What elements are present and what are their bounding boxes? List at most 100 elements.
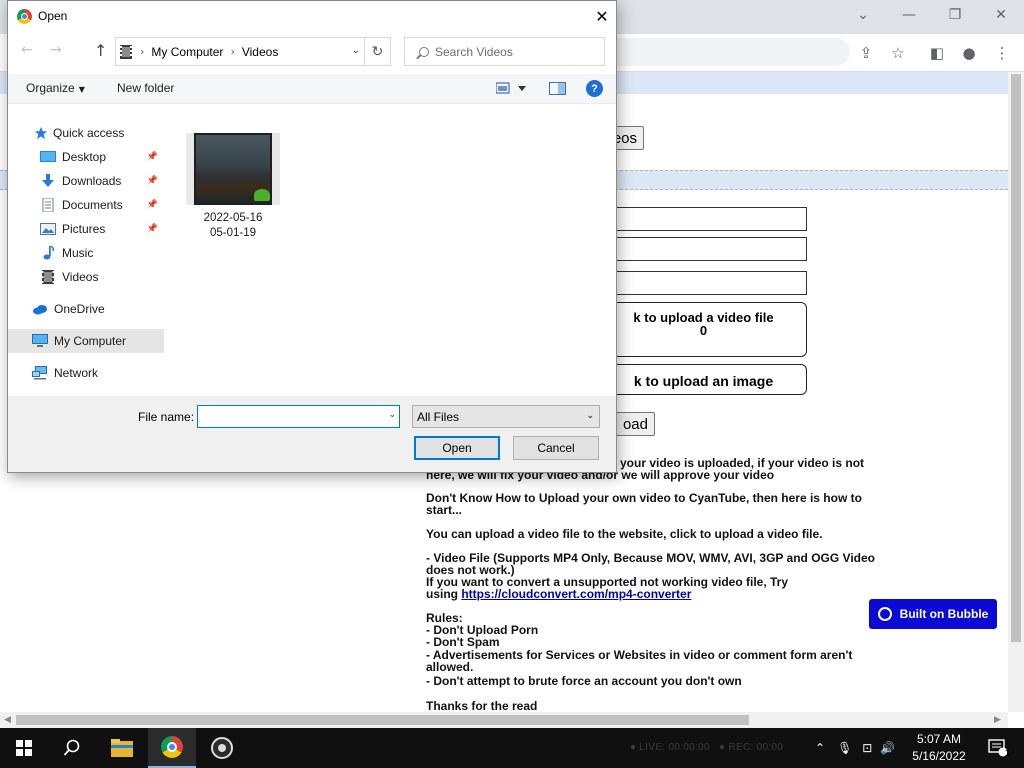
system-tray: ⌃ 🎙 ⊡ 🔊 [815, 728, 895, 768]
notification-count: 1 [1005, 748, 1011, 758]
dialog-titlebar[interactable]: Open ✕ [8, 1, 616, 32]
file-type-dropdown-icon: ⌄ [586, 411, 594, 421]
sidebar-item-quick-access[interactable]: Quick access [8, 121, 164, 145]
bubble-badge-label: Built on Bubble [899, 607, 989, 621]
using-text: using [426, 587, 458, 601]
vertical-scrollbar[interactable] [1008, 72, 1024, 712]
pin-icon[interactable]: 📌 [147, 152, 158, 162]
sidebar-item-onedrive[interactable]: OneDrive [8, 297, 164, 321]
side-panel-icon[interactable]: ◧ [926, 42, 948, 64]
chrome-taskbar-button[interactable] [148, 728, 196, 768]
file-name-label: File name: [138, 410, 195, 424]
breadcrumb-separator-icon: › [230, 45, 235, 58]
sidebar-item-pictures[interactable]: Pictures 📌 [8, 217, 164, 241]
restore-icon[interactable]: ❐ [932, 4, 978, 26]
cancel-button[interactable]: Cancel [513, 436, 599, 460]
microphone-icon[interactable]: 🎙 [837, 741, 852, 755]
new-folder-button[interactable]: New folder [117, 81, 174, 95]
help-icon[interactable]: ? [586, 80, 603, 97]
dialog-close-icon[interactable]: ✕ [588, 4, 616, 28]
sidebar-item-label: Network [54, 366, 99, 380]
file-name-dropdown-icon[interactable]: ⌄ [388, 410, 396, 420]
chrome-logo-icon [17, 9, 32, 24]
document-icon [42, 198, 54, 212]
pin-icon[interactable]: 📌 [147, 200, 158, 210]
back-arrow-icon[interactable]: ← [21, 42, 33, 58]
scroll-right-icon[interactable]: ▶ [994, 715, 1001, 725]
rule-2: - Don't Spam [426, 635, 500, 649]
sidebar-item-label: OneDrive [54, 302, 105, 316]
start-button[interactable] [0, 728, 48, 768]
minimize-icon[interactable]: — [886, 4, 932, 26]
open-button[interactable]: Open [414, 436, 500, 460]
up-arrow-icon[interactable]: ↑ [94, 41, 107, 60]
sidebar-item-network[interactable]: Network [8, 361, 164, 385]
menu-kebab-icon[interactable]: ⋮ [991, 42, 1013, 64]
breadcrumb-my-computer[interactable]: My Computer [151, 45, 223, 59]
file-type-select[interactable]: All Files ⌄ [412, 405, 600, 428]
tab-search-icon[interactable]: ⌄ [840, 4, 886, 26]
network-tray-icon[interactable]: ⊡ [862, 741, 872, 755]
cloudconvert-link[interactable]: https://cloudconvert.com/mp4-converter [461, 587, 691, 601]
scroll-left-icon[interactable]: ◀ [4, 715, 11, 725]
sidebar-item-music[interactable]: Music [8, 241, 164, 265]
navigation-pane: Quick access Desktop 📌 Downloads 📌 Docum… [8, 105, 168, 395]
sidebar-item-label: Pictures [62, 222, 106, 236]
sidebar-item-label: Downloads [62, 174, 122, 188]
volume-icon[interactable]: 🔊 [880, 741, 895, 755]
breadcrumb[interactable]: › My Computer › Videos ⌄ [115, 37, 365, 66]
view-options-icon[interactable] [495, 82, 528, 97]
horizontal-scrollbar[interactable]: ◀ ▶ [0, 712, 1008, 728]
profile-icon[interactable]: ● [958, 42, 980, 64]
sidebar-item-videos[interactable]: Videos [8, 265, 164, 289]
file-name-text: 2022-05-16 05-01-19 [203, 212, 263, 239]
sidebar-item-downloads[interactable]: Downloads 📌 [8, 169, 164, 193]
dialog-title: Open [38, 9, 68, 23]
taskbar-clock[interactable]: 5:07 AM 5/16/2022 [906, 731, 972, 765]
bookmark-star-icon[interactable]: ☆ [887, 42, 909, 64]
forward-arrow-icon[interactable]: → [50, 42, 62, 58]
folder-icon [111, 739, 133, 757]
tray-chevron-icon[interactable]: ⌃ [815, 741, 825, 755]
upload-video-box[interactable]: k to upload a video file 0 [600, 302, 807, 357]
organize-menu[interactable]: Organize ▼ [26, 81, 85, 95]
file-item[interactable]: 2022-05-16 05-01-19 [186, 133, 280, 241]
preview-pane-icon[interactable] [549, 82, 567, 98]
description-input[interactable] [600, 237, 807, 261]
obs-taskbar-button[interactable] [198, 728, 246, 768]
file-type-value: All Files [417, 409, 460, 424]
tags-input[interactable] [600, 271, 807, 295]
sidebar-item-label: Documents [62, 198, 123, 212]
video-thumbnail-icon [186, 133, 280, 205]
breadcrumb-videos[interactable]: Videos [242, 45, 278, 59]
sidebar-item-desktop[interactable]: Desktop 📌 [8, 145, 164, 169]
organize-caret-icon: ▼ [78, 85, 85, 94]
file-list: 2022-05-16 05-01-19 [168, 105, 616, 395]
notification-button[interactable]: 1 [978, 728, 1018, 768]
search-taskbar-icon [63, 739, 80, 756]
search-taskbar-button[interactable] [48, 728, 96, 768]
clock-date: 5/16/2022 [912, 749, 966, 763]
file-name-input[interactable]: ⌄ [197, 405, 400, 428]
share-icon[interactable]: ⇪ [855, 42, 877, 64]
obs-live-status: ● LIVE: 00:00:00 ● REC: 00:00 [630, 742, 784, 753]
upload-video-count: 0 [699, 323, 708, 338]
upload-image-box[interactable]: k to upload an image [600, 364, 807, 395]
refresh-icon[interactable]: ↻ [365, 37, 391, 66]
pin-icon[interactable]: 📌 [147, 224, 158, 234]
file-explorer-button[interactable] [98, 728, 146, 768]
address-bar[interactable] [610, 38, 850, 66]
search-box[interactable] [404, 37, 605, 66]
sidebar-item-my-computer[interactable]: My Computer [8, 329, 164, 353]
title-input[interactable] [600, 207, 807, 231]
breadcrumb-dropdown-icon[interactable]: ⌄ [352, 45, 360, 56]
pin-icon[interactable]: 📌 [147, 176, 158, 186]
horizontal-scroll-thumb[interactable] [16, 715, 749, 725]
close-window-icon[interactable]: ✕ [978, 4, 1024, 26]
built-on-bubble-badge[interactable]: Built on Bubble [869, 599, 997, 629]
sidebar-item-label: Videos [62, 270, 99, 284]
chrome-icon [161, 736, 183, 758]
vertical-scroll-thumb[interactable] [1011, 74, 1021, 642]
search-input[interactable] [435, 44, 585, 59]
sidebar-item-documents[interactable]: Documents 📌 [8, 193, 164, 217]
